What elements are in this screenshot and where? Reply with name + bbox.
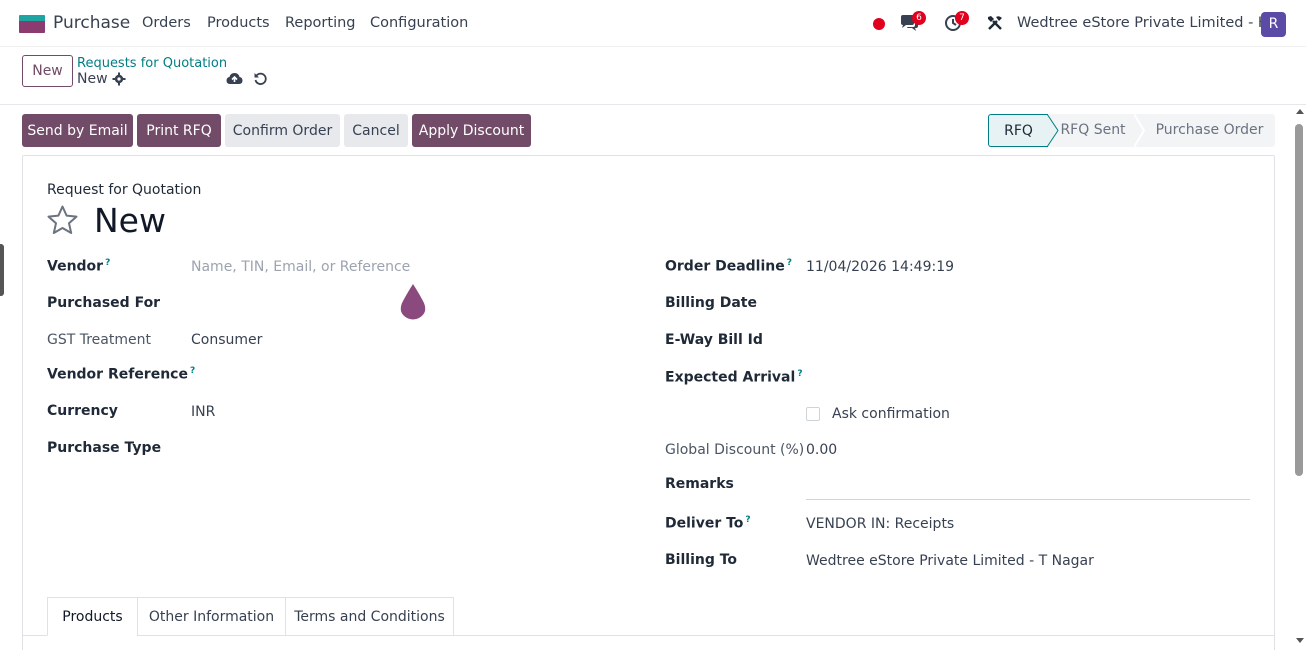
deliver-to-value[interactable]: VENDOR IN: Receipts [806,516,954,532]
stage-rfq[interactable]: RFQ [988,114,1048,147]
activity-count-badge: 7 [955,11,969,25]
vendor-input[interactable]: Name, TIN, Email, or Reference [191,259,410,275]
help-icon[interactable]: ? [745,515,750,525]
top-navbar: Purchase Orders Products Reporting Confi… [0,0,1306,47]
discard-changes-icon[interactable] [253,71,268,86]
purchase-app-icon[interactable] [19,15,45,33]
order-deadline-value[interactable]: 11/04/2026 14:49:19 [806,259,954,275]
currency-value[interactable]: INR [191,404,215,420]
app-name[interactable]: Purchase [53,13,130,33]
confirm-order-button[interactable]: Confirm Order [225,114,340,147]
purchased-for-label: Purchased For [47,295,161,311]
menu-configuration[interactable]: Configuration [370,15,468,31]
help-icon[interactable]: ? [787,258,792,268]
eway-bill-label: E-Way Bill Id [665,332,763,348]
ask-confirmation-label[interactable]: Ask confirmation [832,406,950,422]
gst-treatment-value[interactable]: Consumer [191,332,262,348]
cancel-button[interactable]: Cancel [344,114,408,147]
billing-date-label: Billing Date [665,295,757,311]
menu-products[interactable]: Products [207,15,270,31]
help-icon[interactable]: ? [190,366,195,376]
help-icon[interactable]: ? [105,258,110,268]
remarks-label: Remarks [665,476,734,492]
billing-to-value[interactable]: Wedtree eStore Private Limited - T Nagar [806,553,1094,569]
gear-icon[interactable] [112,72,126,86]
vendor-label: Vendor? [47,258,111,275]
apply-discount-button[interactable]: Apply Discount [412,114,531,147]
chat-count-badge: 6 [912,11,926,25]
star-icon[interactable] [46,204,79,237]
page-scrollbar[interactable] [1293,106,1306,650]
new-button[interactable]: New [22,55,73,87]
print-rfq-button[interactable]: Print RFQ [137,114,221,147]
tab-other-information[interactable]: Other Information [137,597,286,636]
stage-purchase-order[interactable]: Purchase Order [1136,114,1275,147]
user-avatar[interactable]: R [1261,12,1286,37]
tab-products[interactable]: Products [47,597,138,636]
ask-confirmation-checkbox[interactable] [806,407,820,421]
record-name: New [94,201,166,240]
droplet-icon [398,283,428,321]
breadcrumb-current: New [77,71,108,87]
send-by-email-button[interactable]: Send by Email [22,114,133,147]
recording-dot-icon[interactable] [873,18,885,30]
menu-orders[interactable]: Orders [142,15,191,31]
scroll-down-arrow-icon[interactable] [1296,638,1304,643]
company-switcher[interactable]: Wedtree eStore Private Limited - HO [1017,15,1280,31]
vendor-reference-label: Vendor Reference? [47,366,196,383]
global-discount-label: Global Discount (%) [665,442,805,458]
left-edge-handle [0,244,4,296]
order-deadline-label: Order Deadline? [665,258,792,275]
sheet-label: Request for Quotation [47,182,202,198]
billing-to-label: Billing To [665,552,738,568]
deliver-to-label: Deliver To? [665,515,751,532]
scrollbar-thumb[interactable] [1295,124,1303,476]
menu-reporting[interactable]: Reporting [285,15,356,31]
form-sheet [22,155,1275,650]
control-panel-divider [0,104,1306,105]
stage-active-arrow [1047,114,1059,147]
breadcrumb-rfq-link[interactable]: Requests for Quotation [77,56,227,71]
remarks-input[interactable] [806,499,1250,500]
tab-terms-and-conditions[interactable]: Terms and Conditions [285,597,454,636]
help-icon[interactable]: ? [797,369,802,379]
gst-treatment-label: GST Treatment [47,332,151,348]
expected-arrival-label: Expected Arrival? [665,369,803,386]
global-discount-value[interactable]: 0.00 [806,442,837,458]
scroll-up-arrow-icon[interactable] [1296,109,1304,114]
purchase-type-label: Purchase Type [47,440,162,456]
cloud-save-icon[interactable] [226,71,243,86]
stage-separator [1134,114,1146,147]
currency-label: Currency [47,403,118,419]
debug-tools-icon[interactable] [986,14,1004,32]
